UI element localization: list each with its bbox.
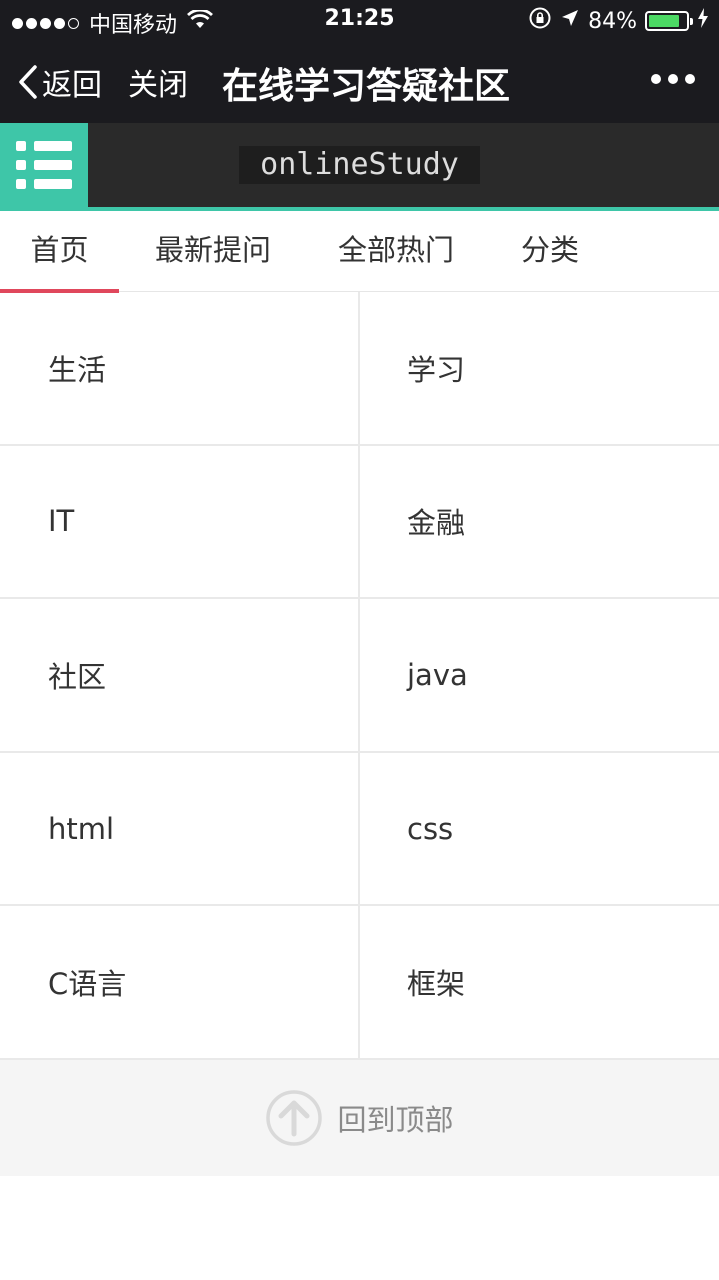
status-right: 84% xyxy=(528,6,709,36)
category-item-framework[interactable]: 框架 xyxy=(360,906,719,1060)
app-logo: onlineStudy xyxy=(239,146,480,184)
back-to-top-label: 回到顶部 xyxy=(337,1103,454,1137)
tab-bar: 首页 最新提问 全部热门 分类 xyxy=(0,211,719,293)
category-item-life[interactable]: 生活 xyxy=(0,292,360,446)
page-title: 在线学习答疑社区 xyxy=(222,66,511,107)
category-item-java[interactable]: java xyxy=(360,599,719,753)
battery-icon xyxy=(645,11,693,31)
category-item-c-language[interactable]: C语言 xyxy=(0,906,360,1060)
app-header: onlineStudy xyxy=(0,123,719,207)
charging-bolt-icon xyxy=(697,8,709,34)
battery-fill xyxy=(649,15,680,27)
category-item-finance[interactable]: 金融 xyxy=(360,446,719,600)
tab-categories[interactable]: 分类 xyxy=(505,211,595,291)
category-grid: 生活 学习 IT 金融 社区 java html css C语言 框架 xyxy=(0,292,719,1060)
category-item-community[interactable]: 社区 xyxy=(0,599,360,753)
location-arrow-icon xyxy=(560,8,580,34)
category-item-study[interactable]: 学习 xyxy=(360,292,719,446)
nav-bar: 返回 关闭 在线学习答疑社区 xyxy=(0,40,719,123)
arrow-up-circle-icon xyxy=(266,1090,323,1146)
menu-icon[interactable] xyxy=(0,123,88,207)
rotation-lock-icon xyxy=(528,6,552,36)
close-button[interactable]: 关闭 xyxy=(128,60,188,104)
tab-latest-questions[interactable]: 最新提问 xyxy=(141,211,285,291)
back-to-top-button[interactable]: 回到顶部 xyxy=(0,1060,719,1176)
category-item-css[interactable]: css xyxy=(360,753,719,907)
back-button[interactable]: 返回 xyxy=(18,60,102,104)
back-label: 返回 xyxy=(42,68,102,103)
battery-percent: 84% xyxy=(588,8,637,34)
tab-home[interactable]: 首页 xyxy=(0,211,119,293)
more-options-icon[interactable] xyxy=(651,74,695,84)
category-item-html[interactable]: html xyxy=(0,752,360,907)
status-bar: 中国移动 21:25 84% xyxy=(0,0,719,40)
category-item-it[interactable]: IT xyxy=(0,445,360,600)
tab-all-hot[interactable]: 全部热门 xyxy=(324,211,468,291)
chevron-left-icon xyxy=(19,65,37,99)
